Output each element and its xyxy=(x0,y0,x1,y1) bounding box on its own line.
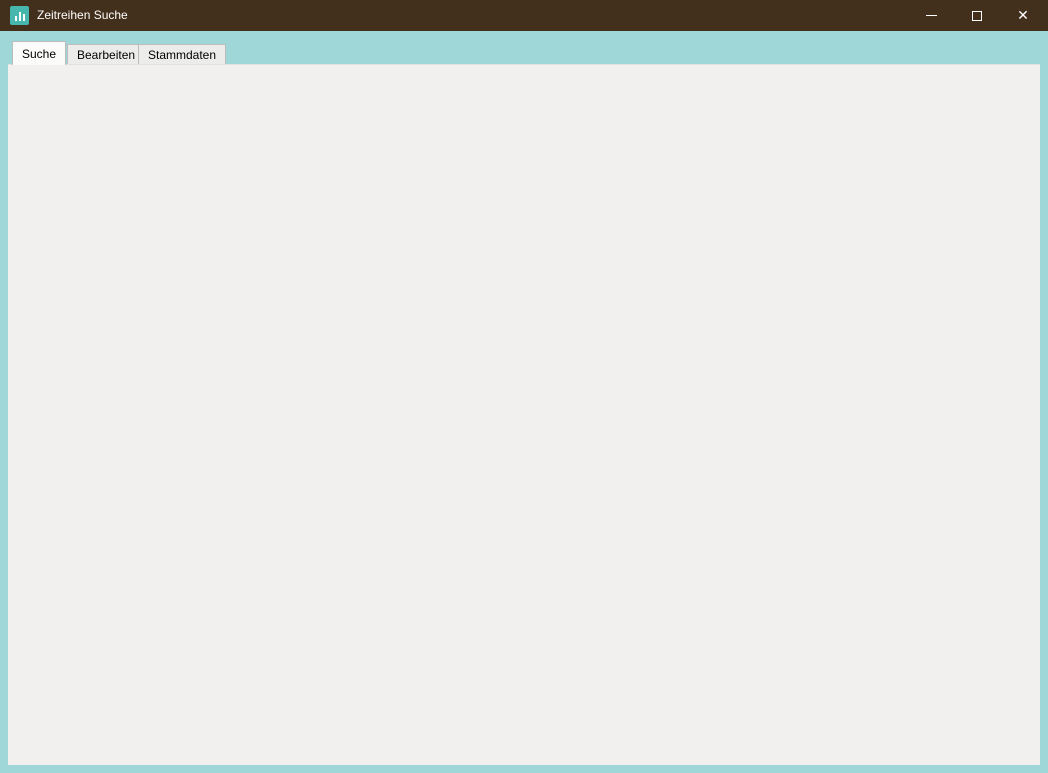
tab-suche[interactable]: Suche xyxy=(12,41,66,65)
tab-suche-label: Suche xyxy=(22,47,56,61)
window-titlebar: Zeitreihen Suche ✕ xyxy=(0,0,1048,31)
close-button[interactable]: ✕ xyxy=(1000,0,1046,31)
minimize-button[interactable] xyxy=(908,0,954,31)
tab-stammdaten-label: Stammdaten xyxy=(148,48,216,62)
minimize-icon xyxy=(926,15,937,16)
maximize-icon xyxy=(972,11,982,21)
tab-bearbeiten[interactable]: Bearbeiten xyxy=(67,44,145,65)
tab-stammdaten[interactable]: Stammdaten xyxy=(138,44,226,65)
maximize-button[interactable] xyxy=(954,0,1000,31)
tab-page-suche xyxy=(8,64,1040,765)
window-title: Zeitreihen Suche xyxy=(37,8,128,22)
tab-bearbeiten-label: Bearbeiten xyxy=(77,48,135,62)
close-icon: ✕ xyxy=(1017,7,1029,24)
app-icon xyxy=(10,6,29,25)
